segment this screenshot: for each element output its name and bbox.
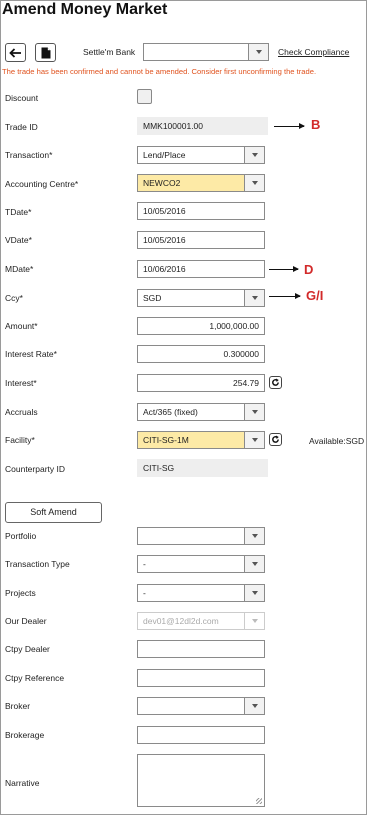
accruals-value: Act/365 (fixed) <box>143 407 198 417</box>
tdate-input[interactable]: 10/05/2016 <box>137 202 265 220</box>
ctpy-reference-label: Ctpy Reference <box>5 673 65 683</box>
counterparty-id-value: CITI-SG <box>137 459 268 477</box>
amount-input[interactable]: 1,000,000.00 <box>137 317 265 335</box>
counterparty-id-label: Counterparty ID <box>5 464 65 474</box>
annotation-b: B <box>311 117 321 132</box>
new-document-button[interactable] <box>35 43 56 62</box>
resize-grip-icon[interactable] <box>256 798 262 804</box>
facility-label: Facility* <box>5 435 35 445</box>
discount-label: Discount <box>5 93 39 103</box>
chevron-down-icon <box>244 432 264 448</box>
chevron-down-icon <box>244 290 264 306</box>
check-compliance-link[interactable]: Check Compliance <box>278 47 349 57</box>
accounting-centre-label: Accounting Centre* <box>5 179 79 189</box>
interest-rate-input[interactable]: 0.300000 <box>137 345 265 363</box>
ccy-label: Ccy* <box>5 293 23 303</box>
ctpy-dealer-label: Ctpy Dealer <box>5 644 50 654</box>
vdate-label: VDate* <box>5 235 32 245</box>
warning-message: The trade has been confirmed and cannot … <box>2 67 317 76</box>
page-title: Amend Money Market <box>2 1 168 18</box>
projects-value: - <box>143 588 146 598</box>
chevron-down-icon <box>244 585 264 601</box>
transaction-value: Lend/Place <box>143 150 186 160</box>
our-dealer-select: dev01@12dl2d.com <box>137 612 265 630</box>
transaction-label: Transaction* <box>5 150 53 160</box>
projects-label: Projects <box>5 588 36 598</box>
tdate-label: TDate* <box>5 207 32 217</box>
settlement-bank-label: Settle'm Bank <box>83 47 136 57</box>
amount-label: Amount* <box>5 321 38 331</box>
interest-rate-label: Interest Rate* <box>5 349 57 359</box>
accruals-label: Accruals <box>5 407 38 417</box>
transaction-type-select[interactable]: - <box>137 555 265 573</box>
chevron-down-icon <box>248 44 268 60</box>
transaction-type-value: - <box>143 559 146 569</box>
document-icon <box>41 47 50 58</box>
vdate-input[interactable]: 10/05/2016 <box>137 231 265 249</box>
narrative-textarea[interactable] <box>137 754 265 807</box>
chevron-down-icon <box>244 613 264 629</box>
ccy-select[interactable]: SGD <box>137 289 265 307</box>
chevron-down-icon <box>244 175 264 191</box>
accounting-centre-value: NEWCO2 <box>143 178 181 188</box>
accruals-select[interactable]: Act/365 (fixed) <box>137 403 265 421</box>
broker-select[interactable] <box>137 697 265 715</box>
settlement-bank-select[interactable] <box>143 43 269 61</box>
brokerage-label: Brokerage <box>5 730 45 740</box>
ctpy-reference-input[interactable] <box>137 669 265 687</box>
facility-value: CITI-SG-1M <box>143 435 189 445</box>
chevron-down-icon <box>244 556 264 572</box>
facility-refresh-button[interactable] <box>269 433 282 446</box>
broker-label: Broker <box>5 701 31 711</box>
ctpy-dealer-input[interactable] <box>137 640 265 658</box>
soft-amend-button[interactable]: Soft Amend <box>5 502 102 523</box>
interest-label: Interest* <box>5 378 37 388</box>
discount-checkbox[interactable] <box>137 89 152 104</box>
mdate-label: MDate* <box>5 264 34 274</box>
transaction-select[interactable]: Lend/Place <box>137 146 265 164</box>
transaction-type-label: Transaction Type <box>5 559 70 569</box>
portfolio-select[interactable] <box>137 527 265 545</box>
accounting-centre-select[interactable]: NEWCO2 <box>137 174 265 192</box>
facility-available: Available:SGD <box>309 436 365 446</box>
interest-refresh-button[interactable] <box>269 376 282 389</box>
chevron-down-icon <box>244 698 264 714</box>
annotation-gi: G/I <box>306 288 324 303</box>
back-button[interactable] <box>5 43 26 62</box>
projects-select[interactable]: - <box>137 584 265 602</box>
annotation-arrow-gi <box>269 293 301 299</box>
brokerage-input[interactable] <box>137 726 265 744</box>
interest-input[interactable]: 254.79 <box>137 374 265 392</box>
chevron-down-icon <box>244 404 264 420</box>
ccy-value: SGD <box>143 293 162 303</box>
chevron-down-icon <box>244 147 264 163</box>
chevron-down-icon <box>244 528 264 544</box>
annotation-arrow-b <box>274 123 305 129</box>
annotation-d: D <box>304 262 314 277</box>
refresh-icon <box>272 378 279 386</box>
our-dealer-label: Our Dealer <box>5 616 47 626</box>
trade-id-value: MMK100001.00 <box>137 117 268 135</box>
our-dealer-value: dev01@12dl2d.com <box>143 616 219 626</box>
mdate-input[interactable]: 10/06/2016 <box>137 260 265 278</box>
back-arrow-icon <box>9 47 21 58</box>
portfolio-label: Portfolio <box>5 531 37 541</box>
trade-id-label: Trade ID <box>5 122 38 132</box>
facility-select[interactable]: CITI-SG-1M <box>137 431 265 449</box>
narrative-label: Narrative <box>5 778 40 788</box>
refresh-icon <box>272 435 279 443</box>
annotation-arrow-d <box>269 266 299 272</box>
